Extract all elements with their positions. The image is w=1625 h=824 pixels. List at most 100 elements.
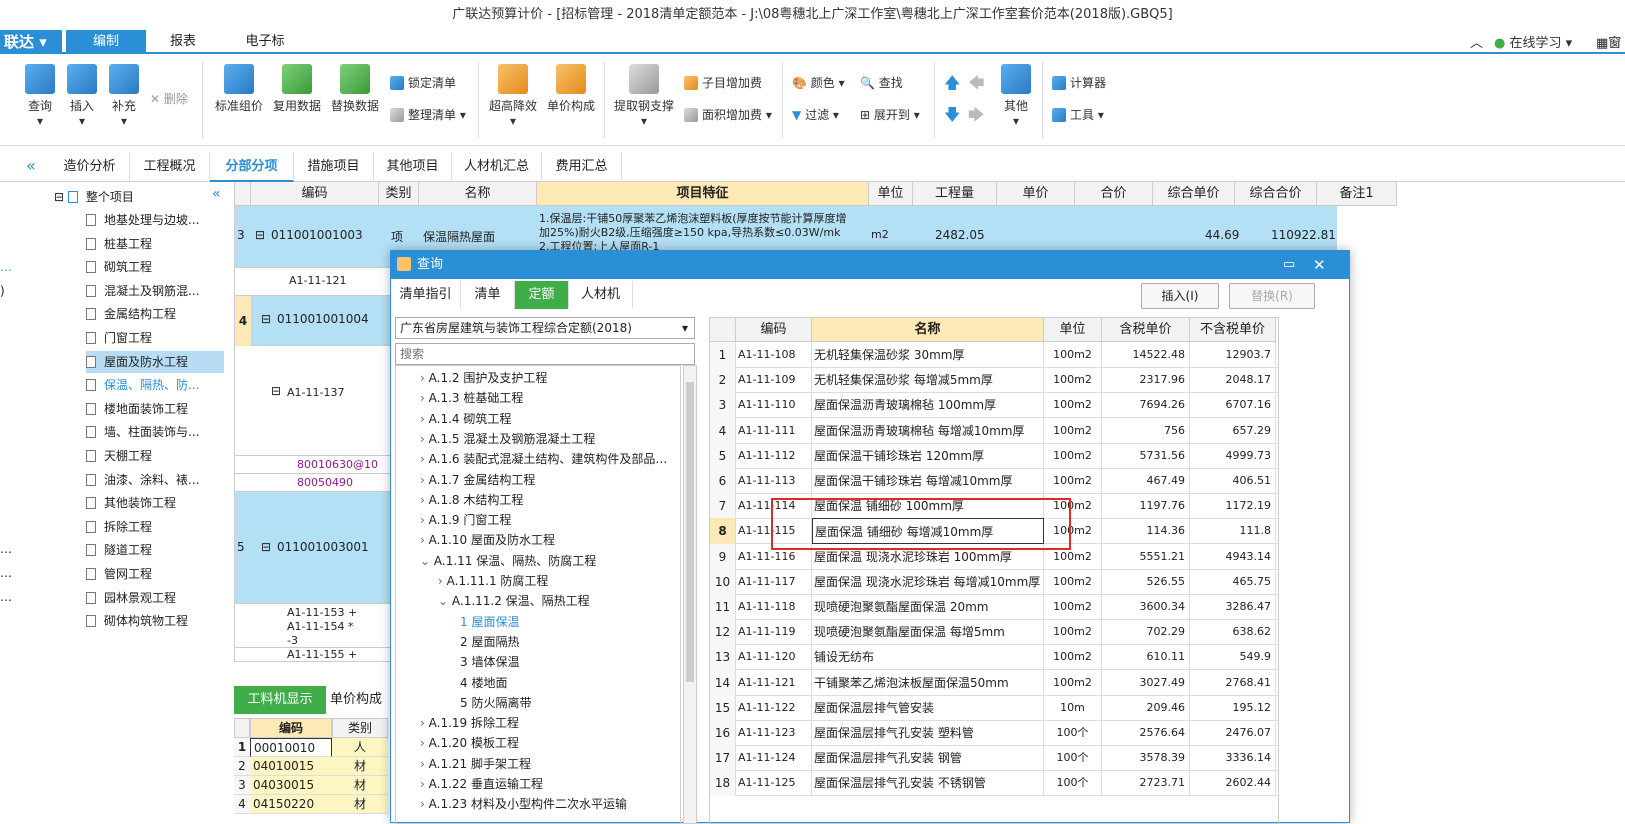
left-nav-item[interactable]: … [0,260,12,274]
table-row[interactable]: 6 A1-11-113 屋面保温干铺珍珠岩 每增减10mm厚 100m2 467.49 4… [710,468,1278,494]
quota-tree-item[interactable]: 2 屋面隔热 [460,632,519,653]
chevron-right-icon[interactable]: › [420,716,429,730]
quota-tree-item[interactable]: › A.1.19 拆除工程 [420,713,519,734]
dialog-tab-quota[interactable]: 定额 [515,281,569,309]
move-left-icon[interactable]: 🡄 [968,72,985,99]
tree-item[interactable]: 桩基工程 [86,233,224,255]
tools-button[interactable]: 工具 ▾ [1052,106,1104,123]
tree-root[interactable]: ⊟ 整个项目 [54,186,134,208]
app-menu-button[interactable]: 联达 ▾ [0,30,62,54]
collapse-icon[interactable]: ⊟ [271,384,281,398]
table-row[interactable]: 1 A1-11-108 无机轻集保温砂浆 30mm厚 100m2 14522.48 129… [710,342,1278,368]
calculator-button[interactable]: 计算器 [1052,74,1106,91]
tree-item[interactable]: 金属结构工程 [86,303,224,325]
table-row[interactable]: 10 A1-11-117 屋面保温 现浇水泥珍珠岩 每增减10mm厚 100m2 526… [710,568,1278,595]
other-button[interactable]: 其他 ▾ [996,64,1036,128]
quota-tree-item[interactable]: › A.1.6 装配式混凝土结构、建筑构件及部品… [420,449,667,470]
left-nav-item[interactable]: ) [0,284,5,298]
grid-header-total[interactable]: 合价 [1075,182,1153,206]
menu-tab-ebid[interactable]: 电子标 [220,30,310,54]
collapse-icon[interactable]: ⊟ [261,312,271,326]
left-nav-item[interactable]: … [0,566,12,580]
scrollbar-thumb[interactable] [686,382,694,682]
table-row[interactable]: 4 A1-11-111 屋面保温沥青玻璃棉毡 每增减10mm厚 100m2 756 657… [710,417,1278,444]
table-row[interactable]: 2 04010015 材 [234,757,388,776]
quota-tree-item[interactable]: › A.1.10 屋面及防水工程 [420,530,555,551]
quota-tree-item[interactable]: › A.1.5 混凝土及钢筋混凝土工程 [420,429,595,450]
quota-tree-item[interactable]: › A.1.4 砌筑工程 [420,409,511,430]
left-nav-item[interactable]: … [0,590,12,604]
quota-tree-item[interactable]: › A.1.7 金属结构工程 [420,470,535,491]
qtable-header-tax-price[interactable]: 含税单价 [1102,318,1190,342]
table-row[interactable]: 4 04150220 材 [234,795,388,814]
chevron-right-icon[interactable]: › [420,777,429,791]
qtable-header-unit[interactable]: 单位 [1044,318,1102,342]
tree-item[interactable]: 砌筑工程 [86,256,224,278]
tab-labor-material[interactable]: 人材机汇总 [452,152,542,182]
move-down-icon[interactable]: 🡇 [944,104,960,131]
quota-tree-item[interactable]: › A.1.9 门窗工程 [420,510,511,531]
find-button[interactable]: 🔍 查找 [860,74,903,91]
table-row[interactable]: 5 A1-11-112 屋面保温干铺珍珠岩 120mm厚 100m2 5731.56 49… [710,442,1278,469]
tab-cost-analysis[interactable]: 造价分析 [50,152,130,182]
quota-tree-item[interactable]: ⌄ A.1.11.2 保温、隔热工程 [438,591,590,612]
chevron-right-icon[interactable]: › [420,432,429,446]
filter-button[interactable]: ▼ 过滤 ▾ [792,106,839,123]
chevron-right-icon[interactable]: › [420,473,429,487]
table-row[interactable]: 12 A1-11-119 现喷硬泡聚氨酯屋面保温 每增5mm 100m2 702.29 6… [710,619,1278,646]
library-select[interactable]: 广东省房屋建筑与装饰工程综合定额(2018) ▾ [395,317,695,339]
collapse-icon[interactable]: ⊟ [54,190,64,204]
move-up-icon[interactable]: 🡅 [944,72,960,99]
grid-header-comp-price[interactable]: 综合单价 [1153,182,1235,206]
tree-item[interactable]: 砌体构筑物工程 [86,610,224,632]
quota-tree-item[interactable]: 3 墙体保温 [460,652,519,673]
quota-tree-item[interactable]: › A.1.11.1 防腐工程 [438,571,548,592]
left-nav-item[interactable]: … [0,542,12,556]
grid-header-remark[interactable]: 备注1 [1317,182,1397,206]
grid-header-unit[interactable]: 单位 [869,182,913,206]
quota-tree-item[interactable]: 5 防火隔离带 [460,693,531,714]
standard-group-button[interactable]: 标准组价 [212,64,266,114]
bottom-header-code[interactable]: 编码 [250,718,332,738]
area-add-fee-button[interactable]: 面积增加费 ▾ [684,106,772,123]
quota-tree-item[interactable]: › A.1.3 桩基础工程 [420,388,523,409]
chevron-down-icon[interactable]: ⌄ [438,594,452,608]
quota-tree-item[interactable]: › A.1.22 垂直运输工程 [420,774,543,795]
chevron-right-icon[interactable]: › [438,574,447,588]
chevron-right-icon[interactable]: › [420,513,429,527]
tree-item[interactable]: 门窗工程 [86,327,224,349]
table-row[interactable]: 15 A1-11-122 屋面保温层排气管安装 10m 209.46 195.12 [710,694,1278,721]
grid-header-code[interactable]: 编码 [251,182,379,206]
search-input[interactable] [395,343,695,365]
arrange-list-button[interactable]: 整理清单 ▾ [390,106,466,123]
grid-header-comp-total[interactable]: 综合合价 [1235,182,1317,206]
chevron-right-icon[interactable]: › [420,391,429,405]
grid-header-qty[interactable]: 工程量 [913,182,997,206]
collapse-ribbon-icon[interactable]: ︿ [1470,32,1483,51]
sub-add-fee-button[interactable]: 子目增加费 [684,74,762,91]
menu-tab-report[interactable]: 报表 [146,30,220,54]
collapse-left-icon[interactable]: « [26,156,36,175]
table-row[interactable]: 13 A1-11-120 铺设无纺布 100m2 610.11 549.9 [710,644,1278,671]
table-row[interactable]: 11 A1-11-118 现喷硬泡聚氨酯屋面保温 20mm 100m2 3600.34 3… [710,594,1278,620]
tree-item[interactable]: 混凝土及钢筋混... [86,280,224,302]
chevron-down-icon[interactable]: ⌄ [420,554,434,568]
tab-measures[interactable]: 措施项目 [294,152,374,182]
dialog-tab-list-guide[interactable]: 清单指引 [391,281,461,309]
lock-list-button[interactable]: 锁定清单 [390,74,456,91]
chevron-right-icon[interactable]: › [420,736,429,750]
chevron-right-icon[interactable]: › [420,371,429,385]
super-height-button[interactable]: 超高降效 ▾ [486,64,540,128]
quota-tree-item[interactable]: 4 楼地面 [460,673,507,694]
tab-other-items[interactable]: 其他项目 [374,152,452,182]
move-right-icon[interactable]: 🡆 [968,104,985,131]
qtable-header-notax-price[interactable]: 不含税单价 [1190,318,1276,342]
grid-header-type[interactable]: 类别 [379,182,419,206]
reuse-data-button[interactable]: 复用数据 [270,64,324,114]
chevron-right-icon[interactable]: › [420,412,429,426]
window-menu-button[interactable]: ▦窗 [1596,32,1621,51]
table-row[interactable]: 1 00010010 人 [234,738,388,757]
table-row[interactable]: 3 A1-11-110 屋面保温沥青玻璃棉毡 100mm厚 100m2 7694.26 6… [710,392,1278,419]
qtable-header-name[interactable]: 名称 [812,318,1044,342]
dialog-tab-labor-material[interactable]: 人材机 [569,281,633,309]
